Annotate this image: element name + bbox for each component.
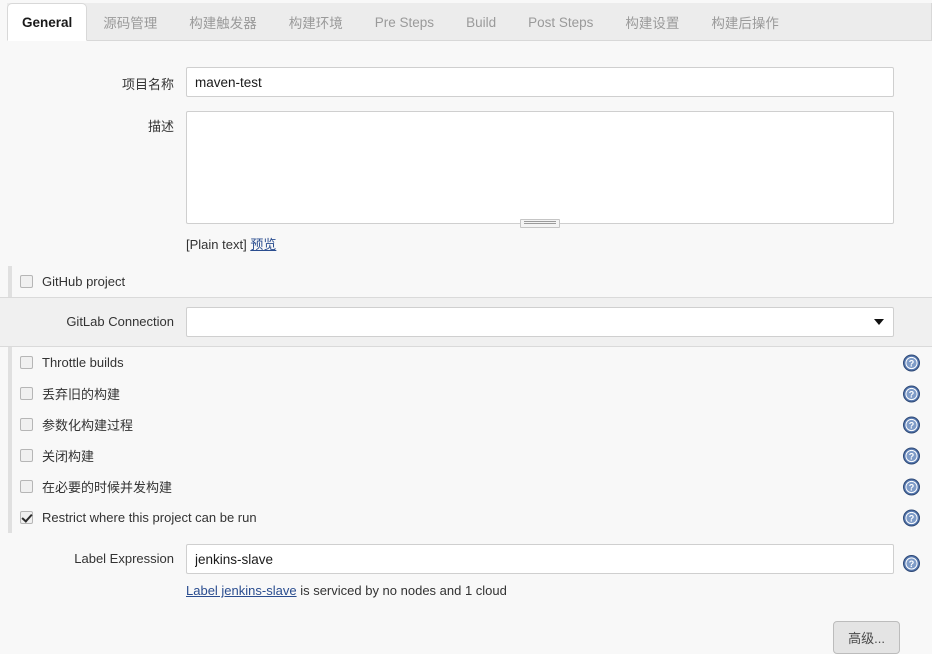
tab-build-settings-label: 构建设置 xyxy=(625,16,680,31)
github-project-checkbox[interactable] xyxy=(20,275,33,288)
svg-text:?: ? xyxy=(909,420,915,430)
gitlab-connection-field-cell xyxy=(186,307,932,337)
row-disable-build: 关闭构建 ? xyxy=(0,440,932,471)
label-expression-note-link[interactable]: Label jenkins-slave xyxy=(186,583,297,598)
project-name-label: 项目名称 xyxy=(121,77,174,92)
config-tab-bar: General 源码管理 构建触发器 构建环境 Pre Steps Build … xyxy=(0,0,932,41)
tab-general[interactable]: General xyxy=(7,3,88,41)
tab-build-environment[interactable]: 构建环境 xyxy=(273,3,359,41)
row-throttle-builds: Throttle builds ? xyxy=(0,347,932,378)
help-icon[interactable]: ? xyxy=(903,447,920,464)
restrict-where-run-checkbox-cell: Restrict where this project can be run xyxy=(0,510,257,525)
github-project-checkbox-cell: GitHub project xyxy=(0,274,186,289)
help-icon[interactable]: ? xyxy=(903,354,920,371)
svg-text:?: ? xyxy=(909,513,915,523)
row-discard-old-builds: 丢弃旧的构建 ? xyxy=(0,378,932,409)
row-label-expression: Label Expression Label jenkins-slave is … xyxy=(0,533,932,598)
disable-build-label[interactable]: 关闭构建 xyxy=(42,446,94,465)
label-expression-input[interactable] xyxy=(186,544,894,574)
description-textarea-wrap xyxy=(186,111,894,228)
description-preview-link[interactable]: 预览 xyxy=(250,237,276,252)
disable-build-checkbox-cell: 关闭构建 xyxy=(0,446,186,465)
gitlab-connection-label: GitLab Connection xyxy=(66,314,174,329)
row-parameterized-build: 参数化构建过程 ? xyxy=(0,409,932,440)
label-expression-note-rest: is serviced by no nodes and 1 cloud xyxy=(296,583,507,598)
discard-old-builds-checkbox[interactable] xyxy=(20,387,33,400)
advanced-button[interactable]: 高级... xyxy=(833,621,900,654)
help-icon[interactable]: ? xyxy=(903,385,920,402)
tab-build-triggers[interactable]: 构建触发器 xyxy=(173,3,273,41)
help-icon[interactable]: ? xyxy=(903,509,920,526)
tab-list: General 源码管理 构建触发器 构建环境 Pre Steps Build … xyxy=(7,3,795,41)
concurrent-builds-checkbox[interactable] xyxy=(20,480,33,493)
disable-build-checkbox[interactable] xyxy=(20,449,33,462)
build-option-checkbox-list: Throttle builds ? 丢弃旧的构建 ? 参数化构建过程 ? 关闭构… xyxy=(0,347,932,533)
row-project-name: 项目名称 xyxy=(0,41,932,97)
general-config-form: 项目名称 描述 [Plain text] 预览 xyxy=(0,41,932,654)
plain-text-indicator: [Plain text] xyxy=(186,237,247,252)
tab-build-triggers-label: 构建触发器 xyxy=(189,16,257,31)
svg-text:?: ? xyxy=(909,358,915,368)
tab-source-management-label: 源码管理 xyxy=(103,16,158,31)
discard-old-builds-label[interactable]: 丢弃旧的构建 xyxy=(42,384,120,403)
help-icon[interactable]: ? xyxy=(903,416,920,433)
row-github-project: GitHub project xyxy=(0,266,932,297)
tab-build-label: Build xyxy=(466,14,497,30)
tab-general-label: General xyxy=(22,14,73,30)
tab-build[interactable]: Build xyxy=(450,3,512,41)
textarea-resize-grip[interactable] xyxy=(520,219,560,228)
help-icon[interactable]: ? xyxy=(903,478,920,495)
row-description: 描述 [Plain text] 预览 xyxy=(0,97,932,253)
tab-source-management[interactable]: 源码管理 xyxy=(87,3,173,41)
discard-old-builds-checkbox-cell: 丢弃旧的构建 xyxy=(0,384,186,403)
description-field-cell: [Plain text] 预览 xyxy=(186,111,932,253)
concurrent-builds-checkbox-cell: 在必要的时候并发构建 xyxy=(0,477,186,496)
tab-pre-steps-label: Pre Steps xyxy=(374,14,435,30)
optional-block-scm: GitHub project GitLab Connection Throttl… xyxy=(0,266,932,533)
jenkins-job-config-page: General 源码管理 构建触发器 构建环境 Pre Steps Build … xyxy=(0,0,943,654)
row-concurrent-builds: 在必要的时候并发构建 ? xyxy=(0,471,932,502)
tab-build-settings[interactable]: 构建设置 xyxy=(609,3,695,41)
svg-text:?: ? xyxy=(909,482,915,492)
svg-text:?: ? xyxy=(909,559,915,569)
tab-post-steps-label: Post Steps xyxy=(528,14,594,30)
throttle-builds-checkbox-cell: Throttle builds xyxy=(0,355,186,370)
config-content-column: General 源码管理 构建触发器 构建环境 Pre Steps Build … xyxy=(0,0,932,654)
concurrent-builds-label[interactable]: 在必要的时候并发构建 xyxy=(42,477,172,496)
github-project-label[interactable]: GitHub project xyxy=(42,274,125,289)
restrict-where-run-label[interactable]: Restrict where this project can be run xyxy=(42,510,257,525)
label-expression-note: Label jenkins-slave is serviced by no no… xyxy=(186,583,894,598)
row-gitlab-connection: GitLab Connection xyxy=(0,297,932,347)
throttle-builds-checkbox[interactable] xyxy=(20,356,33,369)
description-markup-line: [Plain text] 预览 xyxy=(186,234,894,253)
svg-text:?: ? xyxy=(909,451,915,461)
parameterized-build-checkbox[interactable] xyxy=(20,418,33,431)
tab-build-environment-label: 构建环境 xyxy=(288,16,343,31)
tab-post-build-actions-label: 构建后操作 xyxy=(711,16,779,31)
parameterized-build-label[interactable]: 参数化构建过程 xyxy=(42,415,133,434)
restrict-where-run-checkbox[interactable] xyxy=(20,511,33,524)
svg-text:?: ? xyxy=(909,389,915,399)
advanced-button-row: 高级... xyxy=(0,621,932,654)
description-textarea[interactable] xyxy=(186,111,894,224)
description-label: 描述 xyxy=(147,119,174,134)
row-restrict-where-run: Restrict where this project can be run ? xyxy=(0,502,932,533)
parameterized-build-checkbox-cell: 参数化构建过程 xyxy=(0,415,186,434)
project-name-input[interactable] xyxy=(186,67,894,97)
tab-pre-steps[interactable]: Pre Steps xyxy=(359,3,450,41)
label-expression-label: Label Expression xyxy=(74,551,174,566)
tab-post-build-actions[interactable]: 构建后操作 xyxy=(695,3,795,41)
project-name-field-cell xyxy=(186,67,932,97)
help-icon[interactable]: ? xyxy=(903,555,920,572)
label-expression-field-cell: Label jenkins-slave is serviced by no no… xyxy=(186,544,932,598)
gitlab-connection-select-wrap xyxy=(186,307,894,337)
gitlab-connection-select[interactable] xyxy=(186,307,894,337)
throttle-builds-label[interactable]: Throttle builds xyxy=(42,355,124,370)
tab-post-steps[interactable]: Post Steps xyxy=(512,3,609,41)
